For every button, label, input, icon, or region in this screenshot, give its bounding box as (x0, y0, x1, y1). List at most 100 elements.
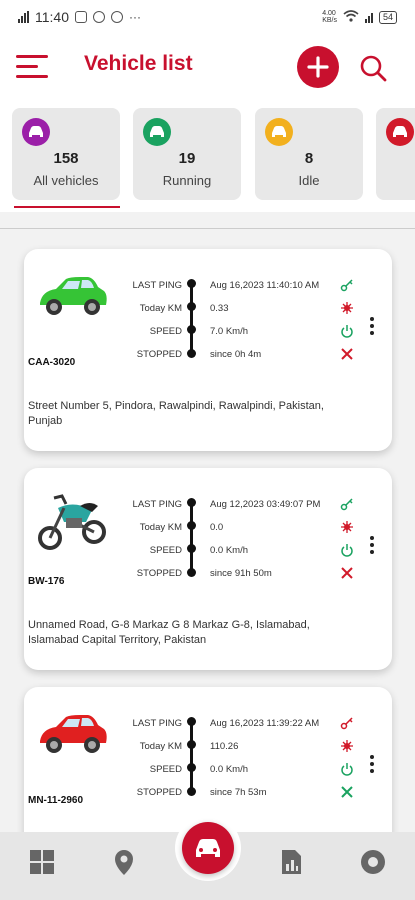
more-options-button[interactable] (366, 317, 378, 339)
info-label: LAST PING (132, 499, 182, 510)
info-row-last-ping: LAST PING Aug 16,2023 11:39:22 AM (120, 717, 360, 734)
net-speed: 4.00 KB/s (322, 10, 337, 24)
tools-icon (341, 786, 353, 798)
summary-label: All vehicles (33, 173, 99, 188)
active-tab-indicator (14, 206, 120, 208)
vehicle-card[interactable]: CAA-3020 LAST PING Aug 16,2023 11:40:10 … (24, 249, 392, 451)
page-title: Vehicle list (84, 52, 193, 75)
info-label: LAST PING (132, 280, 182, 291)
info-label: STOPPED (136, 568, 182, 579)
app-header: Vehicle list (0, 34, 415, 100)
info-row-stopped: STOPPED since 7h 53m (120, 786, 360, 803)
info-label: STOPPED (136, 349, 182, 360)
tools-icon (341, 348, 353, 360)
engine-icon (341, 302, 353, 314)
vehicle-address: Street Number 5, Pindora, Rawalpindi, Ra… (28, 400, 324, 427)
info-label: Today KM (139, 303, 182, 314)
info-value: Aug 12,2023 03:49:07 PM (210, 499, 321, 510)
vehicle-address: Unnamed Road, G-8 Markaz G 8 Markaz G-8,… (28, 619, 310, 646)
status-bar: 11:40 ··· 4.00 KB/s 54 (0, 0, 415, 34)
info-row-stopped: STOPPED since 0h 4m (120, 348, 360, 365)
car-icon (22, 118, 50, 146)
tools-icon (341, 567, 353, 579)
plate-number: MN-11-2960 (28, 795, 84, 806)
search-button[interactable] (358, 53, 388, 83)
info-row-today-km: Today KM 0.33 (120, 302, 360, 319)
info-label: LAST PING (132, 718, 182, 729)
power-icon (341, 763, 353, 776)
info-row-stopped: STOPPED since 91h 50m (120, 567, 360, 584)
status-time: 11:40 (35, 9, 69, 25)
car-icon (386, 118, 414, 146)
plate-number: CAA-3020 (28, 357, 76, 368)
info-label: SPEED (149, 764, 182, 775)
chrome-icon (111, 11, 123, 23)
vehicle-image (34, 488, 110, 552)
info-row-speed: SPEED 0.0 Km/h (120, 763, 360, 780)
info-row-last-ping: LAST PING Aug 12,2023 03:49:07 PM (120, 498, 360, 515)
info-value: 0.0 Km/h (210, 764, 249, 775)
engine-icon (341, 740, 353, 752)
info-row-today-km: Today KM 0.0 (120, 521, 360, 538)
vehicle-summary: 158 All vehicles 19 Running 8 Idle (0, 100, 415, 212)
car-icon (143, 118, 171, 146)
more-icon: ··· (129, 10, 141, 24)
info-label: Today KM (139, 741, 182, 752)
more-options-button[interactable] (366, 536, 378, 558)
power-icon (341, 325, 353, 338)
info-value: 0.33 (210, 303, 229, 314)
signal-icon (18, 11, 29, 23)
info-value: 0.0 Km/h (210, 545, 249, 556)
info-value: since 91h 50m (210, 568, 272, 579)
plate-number: BW-176 (28, 576, 65, 587)
summary-card-stopped[interactable] (376, 108, 415, 200)
signal-x-icon (364, 11, 373, 23)
summary-label: Running (162, 173, 212, 188)
vehicle-image (34, 707, 110, 763)
more-options-button[interactable] (366, 755, 378, 777)
vehicles-fab-button[interactable] (182, 822, 234, 874)
summary-count: 158 (53, 150, 79, 167)
car-icon (265, 118, 293, 146)
search-icon (360, 55, 387, 82)
menu-button[interactable] (16, 53, 48, 81)
notification-icon (75, 11, 87, 23)
plus-icon (307, 56, 329, 78)
info-value: since 0h 4m (210, 349, 262, 360)
engine-icon (341, 521, 353, 533)
wifi-icon (343, 9, 359, 25)
summary-count: 8 (304, 150, 314, 167)
info-value: Aug 16,2023 11:39:22 AM (210, 718, 320, 729)
info-label: SPEED (149, 326, 182, 337)
info-label: SPEED (149, 545, 182, 556)
summary-label: Idle (298, 173, 320, 188)
key-icon (340, 498, 353, 511)
info-value: since 7h 53m (210, 787, 267, 798)
summary-count: 19 (178, 150, 196, 167)
summary-card-all[interactable]: 158 All vehicles (12, 108, 120, 208)
vehicle-card[interactable]: BW-176 LAST PING Aug 12,2023 03:49:07 PM… (24, 468, 392, 670)
info-label: STOPPED (136, 787, 182, 798)
settings-icon[interactable] (359, 848, 389, 878)
info-value: Aug 16,2023 11:40:10 AM (210, 280, 320, 291)
dashboard-icon[interactable] (28, 848, 58, 878)
info-row-speed: SPEED 0.0 Km/h (120, 544, 360, 561)
reports-icon[interactable] (277, 848, 307, 878)
power-icon (341, 544, 353, 557)
summary-card-idle[interactable]: 8 Idle (255, 108, 363, 200)
info-label: Today KM (139, 522, 182, 533)
info-value: 0.0 (210, 522, 224, 533)
info-row-speed: SPEED 7.0 Km/h (120, 325, 360, 342)
vehicle-image (34, 269, 110, 325)
info-row-last-ping: LAST PING Aug 16,2023 11:40:10 AM (120, 279, 360, 296)
location-icon[interactable] (110, 848, 140, 878)
usb-icon (93, 11, 105, 23)
divider (0, 228, 415, 229)
add-vehicle-button[interactable] (297, 46, 339, 88)
info-value: 7.0 Km/h (210, 326, 249, 337)
key-icon (340, 717, 353, 730)
key-icon (340, 279, 353, 292)
summary-card-running[interactable]: 19 Running (133, 108, 241, 200)
vehicles-icon (196, 839, 220, 857)
info-row-today-km: Today KM 110.26 (120, 740, 360, 757)
